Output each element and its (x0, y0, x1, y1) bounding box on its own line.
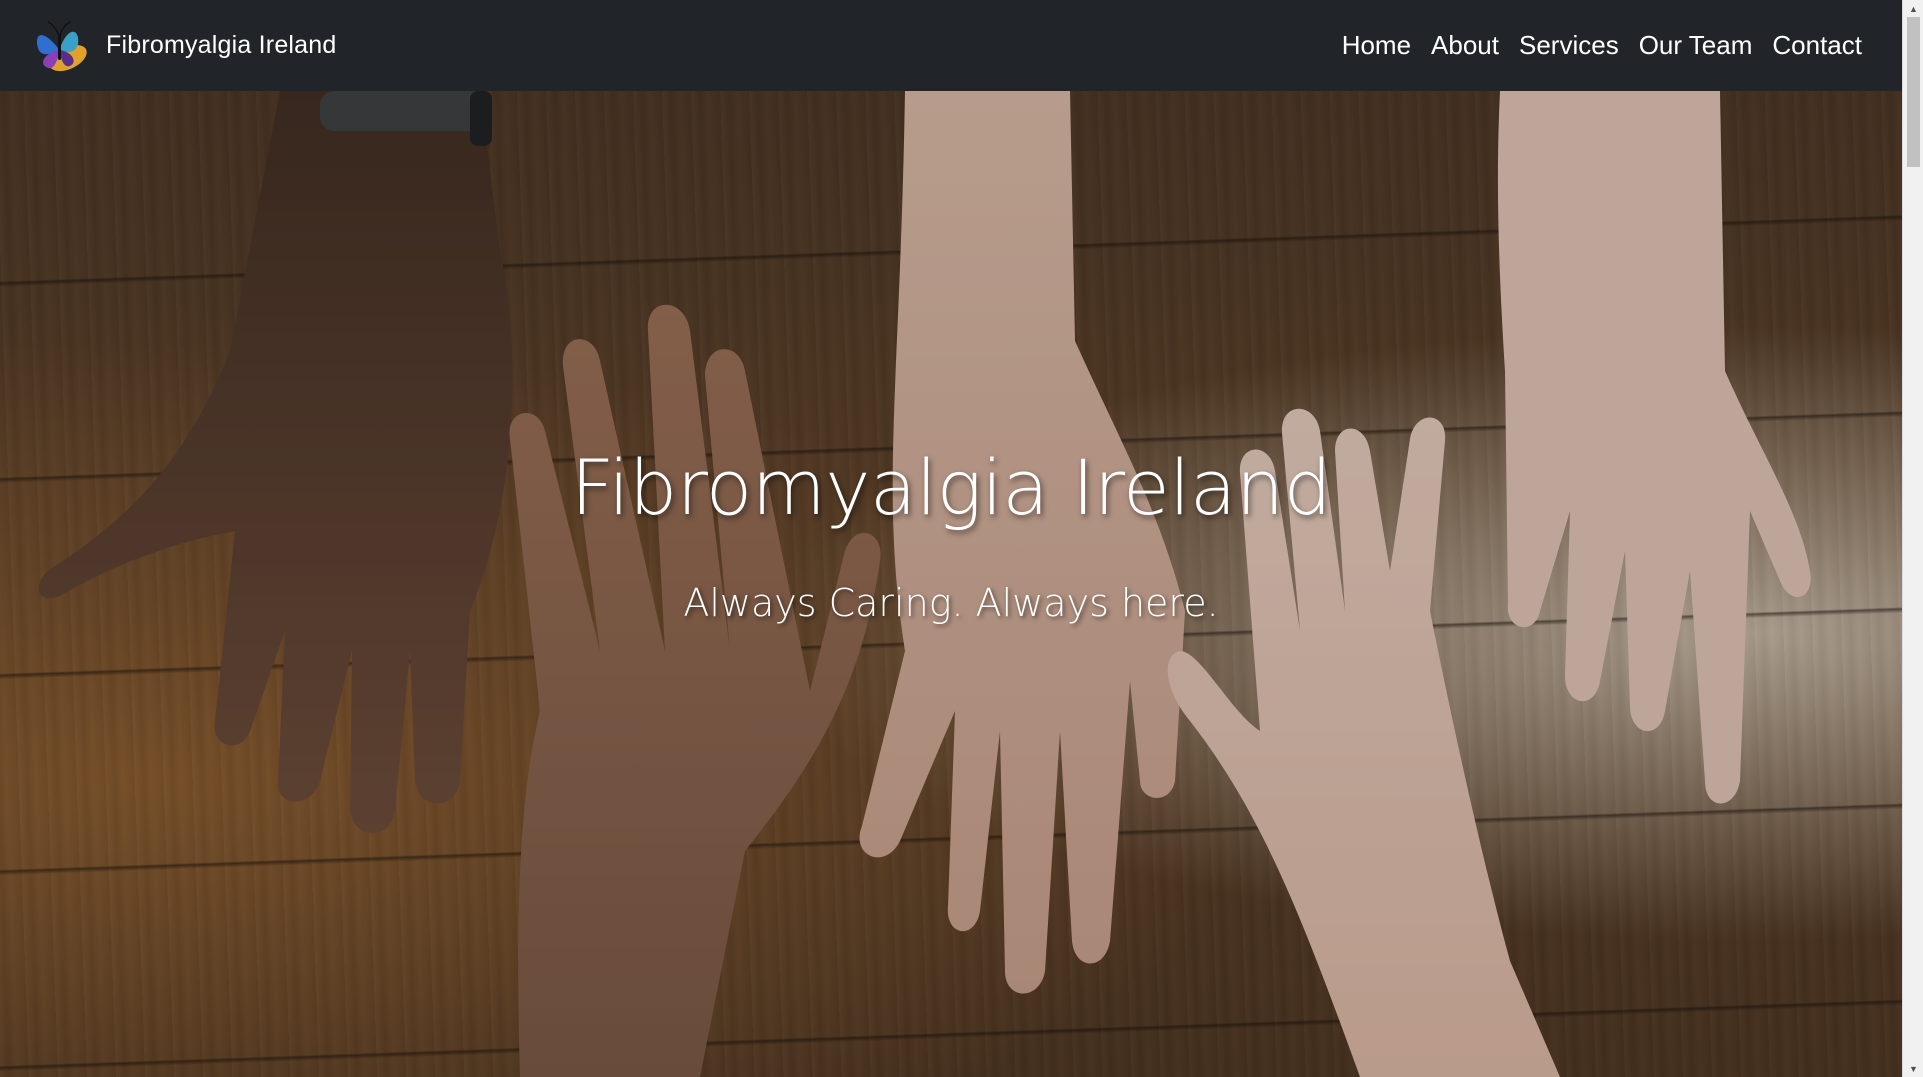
nav-link-about[interactable]: About (1421, 30, 1509, 61)
nav-link-our-team[interactable]: Our Team (1629, 30, 1763, 61)
brand-name: Fibromyalgia Ireland (106, 31, 337, 59)
butterfly-logo-icon (36, 20, 87, 71)
hero-title: Fibromyalgia Ireland (570, 443, 1332, 532)
page-scrollbar[interactable]: ▲ ▼ (1902, 0, 1923, 1077)
nav-link-contact[interactable]: Contact (1762, 30, 1872, 61)
top-navbar: Fibromyalgia Ireland Home About Services… (0, 0, 1902, 91)
nav-link-services[interactable]: Services (1509, 30, 1629, 61)
page: Fibromyalgia Ireland Home About Services… (0, 0, 1923, 1077)
hero-section: Fibromyalgia Ireland Always Caring. Alwa… (0, 91, 1902, 1077)
scroll-down-arrow-icon[interactable]: ▼ (1903, 1060, 1923, 1077)
scroll-up-arrow-icon[interactable]: ▲ (1903, 0, 1923, 17)
scrollbar-thumb[interactable] (1907, 17, 1920, 167)
main-nav: Home About Services Our Team Contact (1332, 30, 1872, 61)
nav-link-home[interactable]: Home (1332, 30, 1421, 61)
hero-tagline: Always Caring. Always here. (683, 581, 1219, 625)
brand-link[interactable]: Fibromyalgia Ireland (28, 14, 337, 78)
